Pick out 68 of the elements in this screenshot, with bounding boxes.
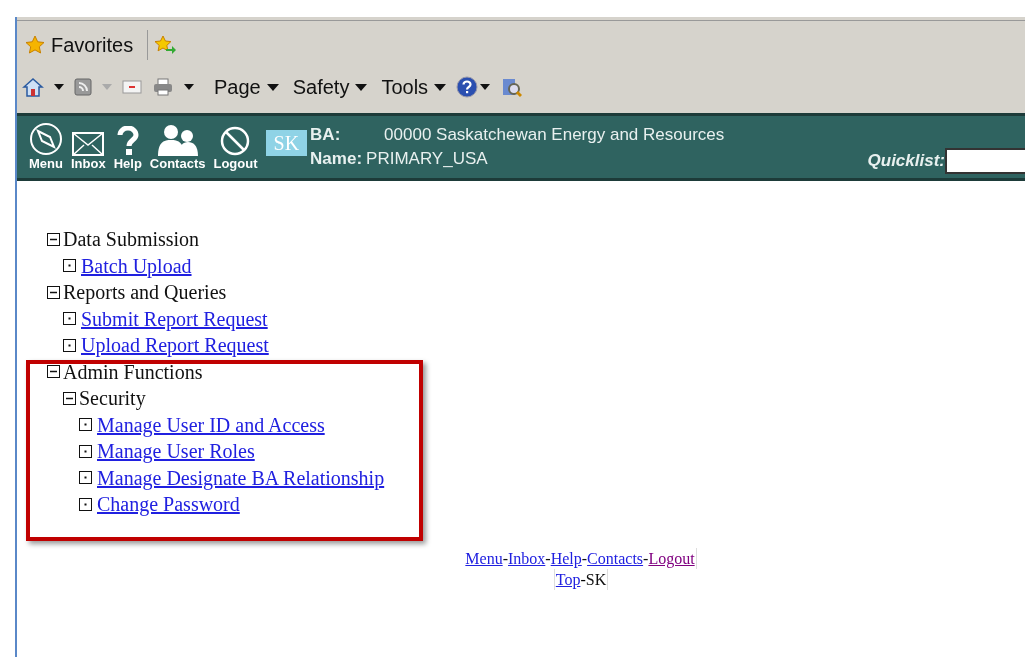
tree-link[interactable]: Manage User ID and Access (95, 411, 325, 438)
region-badge: SK (265, 130, 308, 156)
nav-button[interactable]: Contacts (147, 124, 208, 172)
leaf-icon (79, 471, 92, 485)
leaf-icon (79, 444, 92, 458)
collapse-icon[interactable] (47, 232, 60, 246)
nav-button[interactable]: Menu (27, 122, 65, 172)
ba-label: BA: (310, 124, 342, 146)
people-icon (156, 124, 199, 156)
star-icon (25, 35, 45, 55)
footer-link[interactable]: Help (550, 547, 582, 569)
tree-link[interactable]: Batch Upload (79, 252, 192, 279)
tree-label[interactable]: Reports and Queries (63, 279, 227, 306)
leaf-icon (63, 312, 76, 326)
ba-value: 00000 Saskatchewan Energy and Resources (383, 124, 725, 146)
leaf-icon (63, 259, 76, 273)
nav-button[interactable]: Inbox (69, 132, 108, 172)
name-label: Name: (310, 148, 363, 170)
printer-icon[interactable] (152, 77, 174, 97)
mail-icon[interactable] (122, 80, 142, 94)
tree-link[interactable]: Change Password (95, 491, 240, 518)
compass-icon (29, 122, 63, 156)
nav-button[interactable]: Logout (211, 126, 260, 172)
tree-label[interactable]: Admin Functions (63, 358, 203, 385)
caret-icon (434, 83, 447, 91)
caret-icon (266, 83, 279, 91)
separator: - (643, 548, 649, 567)
leaf-icon (79, 497, 92, 511)
caret-icon[interactable] (184, 84, 194, 90)
footer-link[interactable]: Inbox (508, 547, 546, 569)
prohibit-icon (220, 126, 251, 156)
caret-icon[interactable] (54, 84, 64, 90)
tree-label[interactable]: Data Submission (63, 226, 200, 253)
footer-link[interactable]: Contacts (587, 547, 644, 569)
tree-link[interactable]: Upload Report Request (79, 332, 269, 359)
feed-icon[interactable] (74, 78, 92, 96)
tree-link[interactable]: Submit Report Request (79, 305, 268, 332)
collapse-icon[interactable] (47, 365, 60, 379)
help-icon[interactable] (456, 76, 479, 98)
menu-button[interactable]: Safety (292, 72, 368, 102)
question-icon (116, 126, 139, 156)
collapse-icon[interactable] (47, 285, 60, 299)
footer-link[interactable]: Logout (648, 547, 695, 569)
menu-button[interactable]: Page (214, 72, 279, 102)
footer-link[interactable]: Menu (465, 547, 503, 569)
top-link[interactable]: Top (555, 568, 581, 590)
home-icon[interactable] (22, 76, 44, 98)
separator: - (545, 548, 551, 569)
name-value: PRIMARY_USA (366, 148, 489, 170)
separator: - (581, 548, 588, 567)
quicklist-field[interactable] (945, 148, 1025, 174)
tree-link[interactable]: Manage Designate BA Relationship (95, 464, 385, 491)
caret-icon[interactable] (480, 84, 491, 90)
nav-button[interactable]: Help (111, 126, 144, 172)
leaf-icon (79, 418, 92, 432)
tree-link[interactable]: Manage User Roles (95, 438, 255, 465)
caret-icon (355, 83, 368, 91)
envelope-icon (72, 132, 105, 156)
region-label: SK (585, 569, 607, 590)
separator: - (580, 569, 586, 588)
favorites-label[interactable]: Favorites (51, 30, 134, 60)
quicklist-label: Quicklist: (867, 149, 945, 172)
collapse-icon[interactable] (63, 391, 76, 405)
menu-button[interactable]: Tools (381, 72, 447, 102)
leaf-icon (63, 338, 76, 352)
separator: - (502, 548, 508, 569)
tree-label[interactable]: Security (79, 385, 146, 412)
research-icon[interactable] (500, 76, 523, 98)
